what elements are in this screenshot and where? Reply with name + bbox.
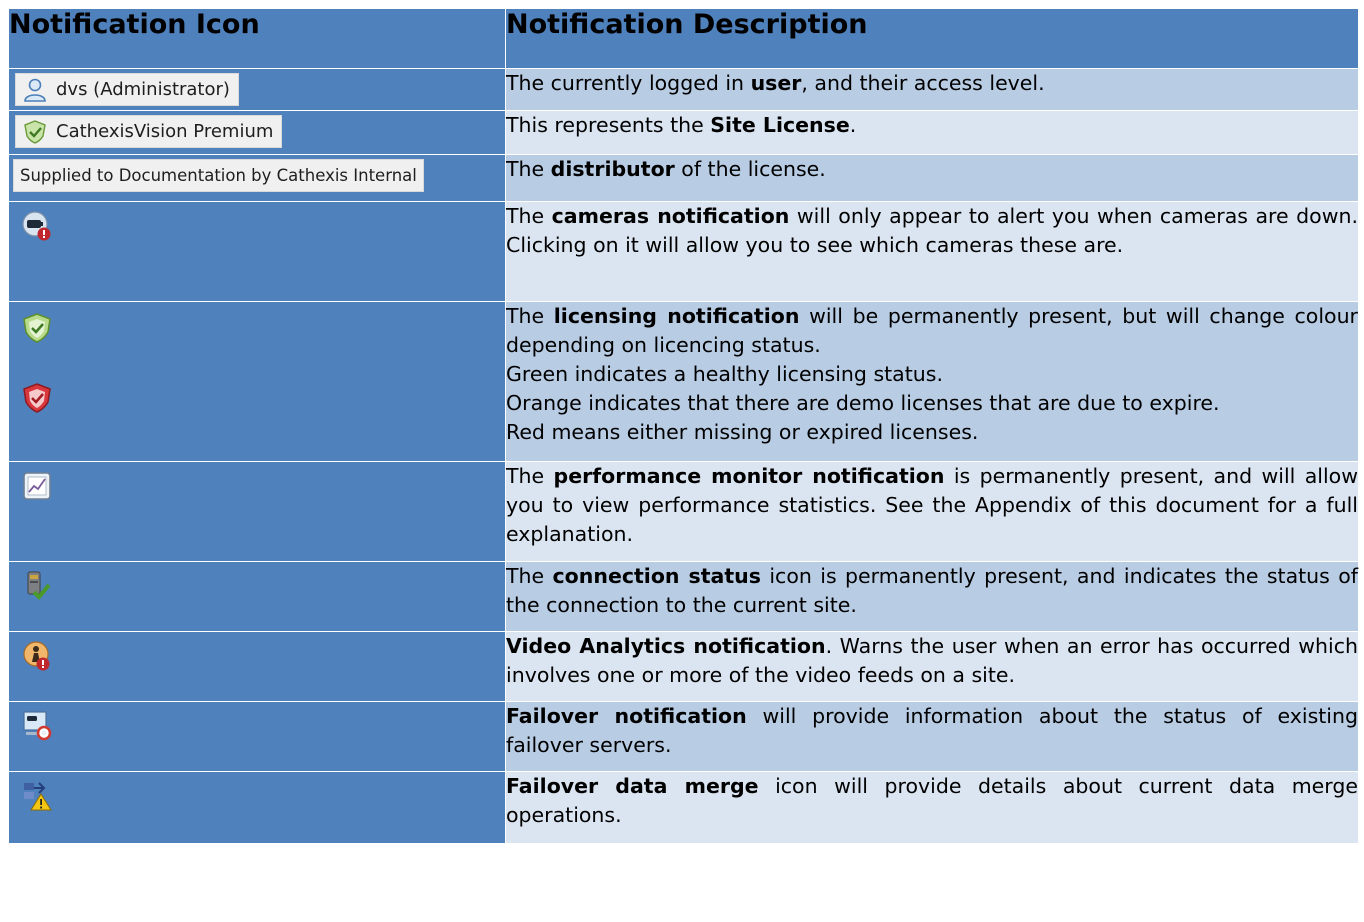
description-text: Red means either missing or expired lice… xyxy=(506,420,979,444)
description-bold-text: licensing notification xyxy=(553,304,800,328)
description-cell: The distributor of the license. xyxy=(505,154,1359,202)
description-text: . xyxy=(849,113,857,137)
icon-cell xyxy=(8,201,506,302)
distributor-chip: Supplied to Documentation by Cathexis In… xyxy=(13,159,424,192)
description-bold-text: Failover notification xyxy=(506,704,747,728)
icon-cell xyxy=(8,561,506,632)
user-icon xyxy=(24,78,46,102)
icon-cell: Supplied to Documentation by Cathexis In… xyxy=(8,154,506,202)
description-text: The xyxy=(506,157,551,181)
table-row: The cameras notification will only appea… xyxy=(8,201,1359,302)
description-bold-text: distributor xyxy=(550,157,675,181)
table-row: The performance monitor notification is … xyxy=(8,461,1359,562)
description-cell: This represents the Site License. xyxy=(505,110,1359,155)
performance-chart-icon xyxy=(23,472,51,500)
description-cell: Video Analytics notification. Warns the … xyxy=(505,631,1359,702)
description-text: of the license. xyxy=(674,157,826,181)
table-row: Failover data merge icon will provide de… xyxy=(8,771,1359,844)
description-text: , and their access level. xyxy=(801,71,1045,95)
description-text: Green indicates a healthy licensing stat… xyxy=(506,362,943,386)
table-row: The licensing notification will be perma… xyxy=(8,301,1359,462)
table-row: Supplied to Documentation by Cathexis In… xyxy=(8,154,1359,202)
icon-cell xyxy=(8,301,506,462)
table-row: Failover notification will provide infor… xyxy=(8,701,1359,772)
table-row: Video Analytics notification. Warns the … xyxy=(8,631,1359,702)
description-text: The xyxy=(506,464,554,488)
description-text: The xyxy=(506,564,553,588)
failover-icon xyxy=(23,711,52,741)
connection-status-icon xyxy=(27,571,51,600)
description-text: Orange indicates that there are demo lic… xyxy=(506,391,1220,415)
distributor-label: Supplied to Documentation by Cathexis In… xyxy=(20,166,417,185)
icon-cell xyxy=(8,631,506,702)
description-bold-text: performance monitor notification xyxy=(553,464,945,488)
shield-red-icon xyxy=(23,383,51,413)
description-bold-text: Video Analytics notification xyxy=(506,634,826,658)
description-text: The xyxy=(506,304,554,328)
description-cell: The performance monitor notification is … xyxy=(505,461,1359,562)
header-description-column: Notification Description xyxy=(505,8,1359,69)
description-cell: The connection status icon is permanentl… xyxy=(505,561,1359,632)
icon-cell xyxy=(8,461,506,562)
icon-cell: CathexisVision Premium xyxy=(8,110,506,155)
description-bold-text: user xyxy=(750,71,802,95)
description-bold-text: Site License xyxy=(710,113,850,137)
description-bold-text: cameras notification xyxy=(551,204,790,228)
description-cell: Failover data merge icon will provide de… xyxy=(505,771,1359,844)
user-chip: dvs (Administrator) xyxy=(15,73,239,106)
icon-cell: dvs (Administrator) xyxy=(8,68,506,111)
notification-table: Notification Icon Notification Descripti… xyxy=(8,8,1359,844)
description-bold-text: connection status xyxy=(552,564,761,588)
description-text: The currently logged in xyxy=(506,71,751,95)
camera-alert-icon xyxy=(22,211,51,241)
header-row: Notification Icon Notification Descripti… xyxy=(8,8,1359,69)
description-cell: The currently logged in user, and their … xyxy=(505,68,1359,111)
table-row: The connection status icon is permanentl… xyxy=(8,561,1359,632)
shield-check-green-icon xyxy=(24,119,46,144)
icon-cell xyxy=(8,771,506,844)
video-analytics-icon xyxy=(23,641,50,671)
table-row: CathexisVision Premium This represents t… xyxy=(8,110,1359,155)
icon-cell xyxy=(8,701,506,772)
description-cell: The cameras notification will only appea… xyxy=(505,201,1359,302)
header-icon-column: Notification Icon xyxy=(8,8,506,69)
description-bold-text: Failover data merge xyxy=(506,774,759,798)
description-cell: Failover notification will provide infor… xyxy=(505,701,1359,772)
license-label: CathexisVision Premium xyxy=(56,121,274,142)
shield-green-icon xyxy=(23,313,51,343)
failover-merge-icon xyxy=(24,782,52,811)
description-text: This represents the xyxy=(506,113,711,137)
table-row: dvs (Administrator) The currently logged… xyxy=(8,68,1359,111)
description-text: The xyxy=(506,204,552,228)
description-cell: The licensing notification will be perma… xyxy=(505,301,1359,462)
license-chip: CathexisVision Premium xyxy=(15,115,283,148)
user-label: dvs (Administrator) xyxy=(56,79,230,100)
